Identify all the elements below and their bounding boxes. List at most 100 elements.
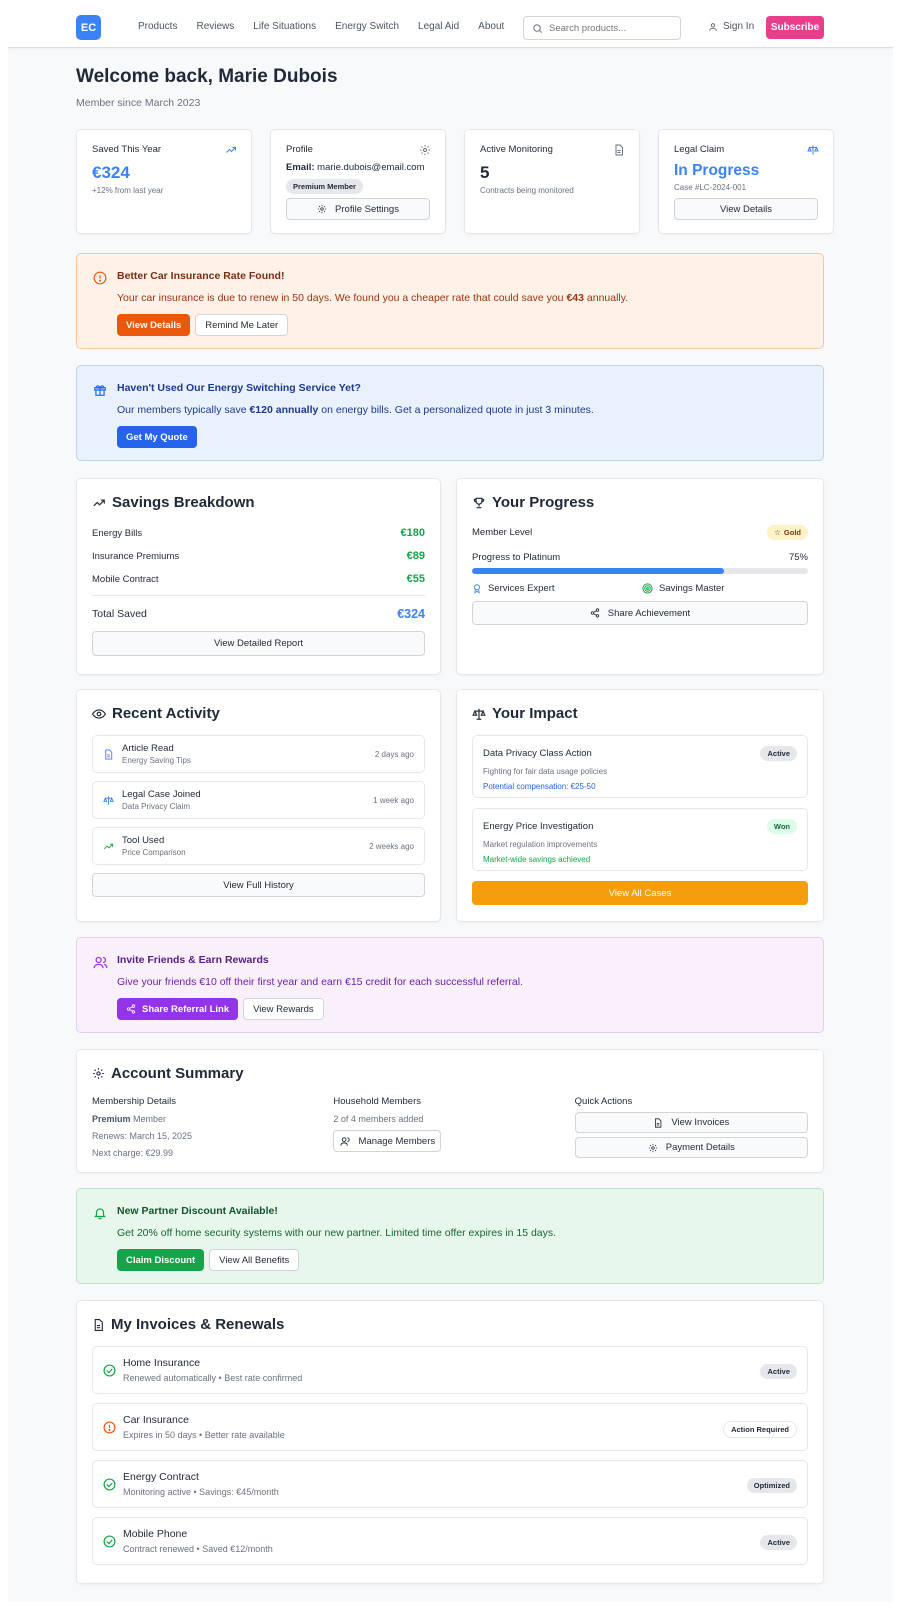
quick-actions: Quick Actions View Invoices Payment Deta… <box>574 1096 808 1158</box>
nav-link-life-situations[interactable]: Life Situations <box>253 21 316 32</box>
document-icon <box>105 748 113 760</box>
monitoring-value: 5 <box>480 163 490 182</box>
activity-item[interactable]: Legal Case Joined Data Privacy Claim 1 we… <box>92 781 425 819</box>
activity-item-time: 1 week ago <box>373 795 414 805</box>
sign-in-link[interactable]: Sign In <box>708 21 754 32</box>
share-referral-link-label: Share Referral Link <box>142 1003 230 1015</box>
search-box[interactable] <box>523 16 681 40</box>
membership-renews: Renews: March 15, 2025 <box>92 1131 193 1141</box>
welcome-header: Welcome back, Marie Dubois Member since … <box>76 66 824 109</box>
invoice-item-title: Energy Contract <box>123 1471 199 1483</box>
impact-item-note: Potential compensation: €25-50 <box>483 782 596 791</box>
referral-text: Give your friends €10 off their first ye… <box>117 976 524 988</box>
impact-item[interactable]: Data Privacy Class Action Active Fightin… <box>472 735 808 798</box>
status-badge: Active <box>760 1364 797 1379</box>
email-label: Email: <box>286 162 315 173</box>
document-icon <box>615 144 623 156</box>
remind-later-button[interactable]: Remind Me Later <box>195 314 289 336</box>
activity-item-title: Article Read <box>122 743 174 754</box>
check-circle-icon <box>103 1478 116 1491</box>
search-input[interactable] <box>549 22 669 34</box>
search-icon <box>533 23 542 33</box>
get-my-quote-button[interactable]: Get My Quote <box>117 426 197 448</box>
gift-icon <box>94 385 106 396</box>
nav-link-about[interactable]: About <box>478 21 504 32</box>
profile-email-line: Email: marie.dubois@email.com <box>286 162 430 173</box>
document-icon <box>94 1318 103 1331</box>
manage-members-button[interactable]: Manage Members <box>333 1130 442 1152</box>
progress-title-label: Your Progress <box>492 494 595 511</box>
gear-icon <box>420 145 430 155</box>
invoice-item[interactable]: Car Insurance Expires in 50 days • Bette… <box>92 1403 808 1451</box>
account-summary-card: Account Summary Membership Details Premi… <box>76 1049 824 1173</box>
view-detailed-report-button[interactable]: View Detailed Report <box>92 631 425 656</box>
legal-view-details-button[interactable]: View Details <box>674 198 818 220</box>
impact-item-title: Energy Price Investigation <box>483 821 594 832</box>
view-all-cases-button[interactable]: View All Cases <box>472 881 808 905</box>
monitoring-sub: Contracts being monitored <box>480 186 574 195</box>
legal-claim-card: Legal Claim In Progress Case #LC-2024-00… <box>658 129 834 234</box>
membership-plan-rest: Member <box>130 1114 167 1124</box>
impact-item-sub: Market regulation improvements <box>483 840 598 849</box>
subscribe-button[interactable]: Subscribe <box>766 16 824 39</box>
gear-icon <box>317 204 327 214</box>
page: EC Products Reviews Life Situations Ener… <box>8 8 893 1602</box>
quick-actions-heading: Quick Actions <box>574 1096 633 1107</box>
view-invoices-label: View Invoices <box>671 1117 730 1128</box>
impact-item[interactable]: Energy Price Investigation Won Market re… <box>472 808 808 871</box>
invoice-item[interactable]: Mobile Phone Contract renewed • Saved €1… <box>92 1517 808 1565</box>
nav-link-legal-aid[interactable]: Legal Aid <box>418 21 459 32</box>
member-since: Member since March 2023 <box>76 97 201 109</box>
activity-item[interactable]: Article Read Energy Saving Tips 2 days ag… <box>92 735 425 773</box>
active-monitoring-card: Active Monitoring 5 Contracts being moni… <box>464 129 640 234</box>
claim-discount-button[interactable]: Claim Discount <box>117 1249 205 1271</box>
saved-label: Saved This Year <box>92 144 162 155</box>
trending-up-icon <box>93 499 105 506</box>
referral-title: Invite Friends & Earn Rewards <box>117 954 269 966</box>
award-icon <box>474 584 480 594</box>
invoice-item[interactable]: Home Insurance Renewed automatically • B… <box>92 1346 808 1394</box>
scale-icon <box>472 708 486 720</box>
nav-link-energy-switch[interactable]: Energy Switch <box>335 21 399 32</box>
membership-plan-bold: Premium <box>92 1114 131 1124</box>
view-rewards-button[interactable]: View Rewards <box>243 998 324 1020</box>
view-detailed-report-label: View Detailed Report <box>213 638 304 649</box>
saved-sub: +12% from last year <box>92 186 164 195</box>
nav-link-products[interactable]: Products <box>138 21 177 32</box>
activity-item[interactable]: Tool Used Price Comparison 2 weeks ago <box>92 827 425 865</box>
trending-up-icon <box>104 843 114 849</box>
saved-value: €324 <box>92 163 130 182</box>
referral-banner: Invite Friends & Earn Rewards Give your … <box>76 937 824 1033</box>
view-invoices-button[interactable]: View Invoices <box>574 1112 808 1133</box>
membership-details: Membership Details Premium Member Renews… <box>92 1096 333 1158</box>
invoice-item-title: Car Insurance <box>123 1414 189 1426</box>
profile-settings-button[interactable]: Profile Settings <box>286 198 430 220</box>
invoice-item[interactable]: Energy Contract Monitoring active • Savi… <box>92 1460 808 1508</box>
bell-icon <box>93 1208 107 1220</box>
your-progress-card: Your Progress Member Level ☆ Gold Progres… <box>456 478 824 675</box>
activity-item-time: 2 weeks ago <box>369 841 414 851</box>
nav-link-reviews[interactable]: Reviews <box>196 21 234 32</box>
view-full-history-button[interactable]: View Full History <box>92 873 425 897</box>
invoice-item-sub: Contract renewed • Saved €12/month <box>123 1544 273 1554</box>
user-icon <box>709 22 717 31</box>
savings-row-label: Insurance Premiums <box>92 550 180 562</box>
achievement-item: Savings Master <box>642 583 724 594</box>
view-all-benefits-button[interactable]: View All Benefits <box>209 1249 300 1271</box>
share-referral-link-button[interactable]: Share Referral Link <box>117 998 239 1020</box>
logo[interactable]: EC <box>76 15 101 40</box>
invoices-card: My Invoices & Renewals Home Insurance Re… <box>76 1300 824 1584</box>
energy-alert-amount: €120 annually <box>249 404 319 416</box>
savings-title-label: Savings Breakdown <box>112 494 255 511</box>
payment-details-label: Payment Details <box>665 1142 735 1153</box>
share-icon <box>590 608 599 618</box>
car-view-details-button[interactable]: View Details <box>117 314 191 336</box>
share-achievement-button[interactable]: Share Achievement <box>472 601 808 625</box>
household-heading: Household Members <box>333 1096 421 1107</box>
payment-details-button[interactable]: Payment Details <box>574 1137 808 1158</box>
activity-item-title: Tool Used <box>122 835 165 846</box>
total-saved-label: Total Saved <box>92 608 147 620</box>
status-badge: Action Required <box>723 1421 797 1438</box>
activity-item-title: Legal Case Joined <box>122 789 201 800</box>
partner-discount-banner: New Partner Discount Available! Get 20% … <box>76 1188 824 1284</box>
